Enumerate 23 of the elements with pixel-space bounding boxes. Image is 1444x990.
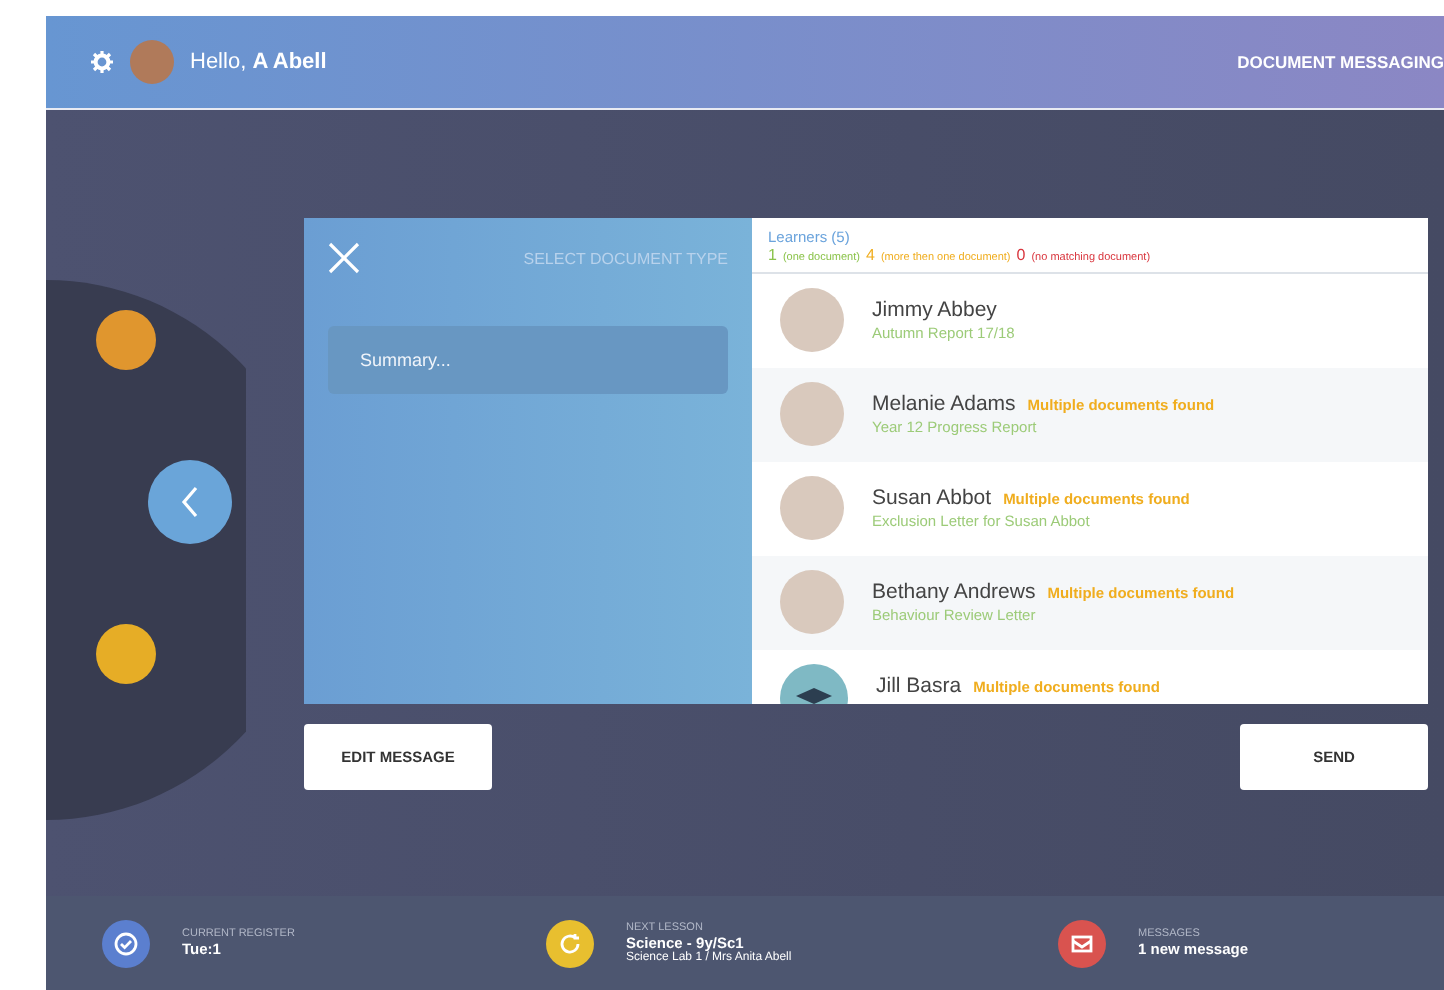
count: 0 xyxy=(1016,246,1026,264)
count: 1 xyxy=(768,246,777,264)
panel-title: SELECT DOCUMENT TYPE xyxy=(523,249,728,267)
settings-icon[interactable] xyxy=(90,50,114,74)
learner-name: Bethany Andrews xyxy=(872,580,1036,604)
learner-name: Jill Basra xyxy=(876,674,962,698)
count: 4 xyxy=(865,246,875,264)
avatar xyxy=(780,288,844,352)
avatar xyxy=(780,476,844,540)
learner-name: Susan Abbot xyxy=(872,486,992,510)
avatar xyxy=(130,40,174,84)
page-title: DOCUMENT MESSAGING xyxy=(1237,52,1444,72)
envelope-icon xyxy=(1070,931,1094,955)
learner-name: Melanie Adams xyxy=(872,392,1016,416)
avatar xyxy=(780,570,844,634)
close-icon[interactable] xyxy=(328,242,360,274)
refresh-icon xyxy=(558,931,582,955)
graduation-cap-icon xyxy=(796,688,832,704)
avatar xyxy=(780,382,844,446)
check-circle-icon xyxy=(114,931,138,955)
greeting: Hello, A Abell xyxy=(190,50,327,74)
summary-field[interactable]: Summary... xyxy=(328,326,728,394)
learner-name: Jimmy Abbey xyxy=(872,298,997,322)
